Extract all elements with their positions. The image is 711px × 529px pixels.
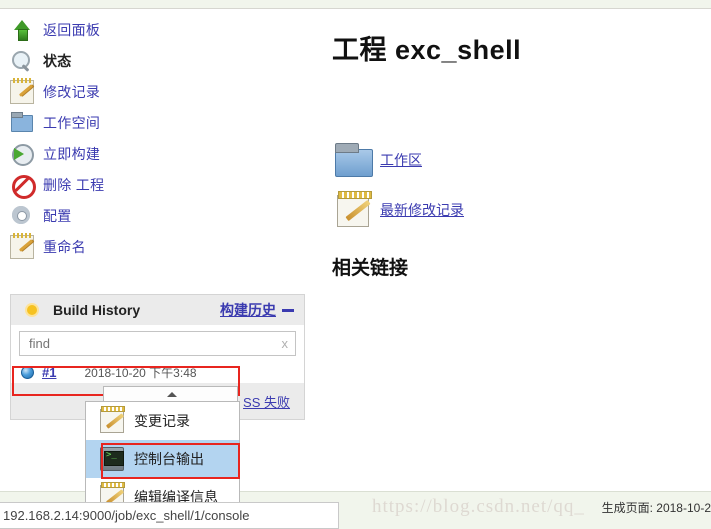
build-history-body: x #1 2018-10-20 下午3:48 bbox=[11, 325, 304, 383]
sidebar-item-configure[interactable]: 配置 bbox=[0, 200, 300, 231]
console-icon bbox=[100, 447, 124, 471]
notepad-large-icon bbox=[332, 191, 374, 229]
minus-icon[interactable] bbox=[282, 308, 294, 312]
page-title: 工程 exc_shell bbox=[332, 35, 522, 65]
build-history-title: Build History bbox=[53, 302, 141, 318]
menu-item-console-output[interactable]: 控制台输出 bbox=[86, 440, 239, 478]
search-icon bbox=[10, 49, 34, 73]
build-now-clock-icon bbox=[10, 142, 34, 166]
build-context-menu: 变更记录 控制台输出 编辑编译信息 bbox=[85, 401, 240, 517]
related-links-heading: 相关链接 bbox=[332, 258, 409, 279]
folder-large-icon bbox=[332, 141, 374, 179]
notepad-pencil-icon bbox=[10, 232, 34, 259]
menu-item-changes[interactable]: 变更记录 bbox=[86, 402, 239, 440]
sidebar-item-label: 立即构建 bbox=[43, 145, 101, 162]
table-row[interactable]: #1 2018-10-20 下午3:48 bbox=[19, 361, 296, 383]
caret-up-icon[interactable] bbox=[103, 386, 238, 401]
sidebar-item-changes[interactable]: 修改记录 bbox=[0, 76, 300, 107]
recent-changes-link-row[interactable]: 最新修改记录 bbox=[332, 191, 702, 229]
notepad-pencil-icon bbox=[10, 77, 34, 104]
sidebar-item-delete-project[interactable]: 删除 工程 bbox=[0, 169, 300, 200]
status-bar-url: 192.168.2.14:9000/job/exc_shell/1/consol… bbox=[0, 502, 339, 529]
workspace-link-label[interactable]: 工作区 bbox=[380, 150, 422, 170]
watermark-text: https://blog.csdn.net/qq_ bbox=[372, 496, 585, 517]
menu-item-label: 控制台输出 bbox=[134, 451, 204, 467]
sidebar-item-label: 工作空间 bbox=[43, 114, 101, 131]
top-green-strip bbox=[0, 0, 711, 9]
gear-icon bbox=[10, 204, 34, 228]
sidebar: 返回面板 状态 修改记录 工作空间 立即构建 删除 工程 配置 重命名 bbox=[0, 14, 300, 262]
generated-page-timestamp: 生成页面: 2018-10-2 bbox=[601, 501, 711, 515]
close-icon[interactable]: x bbox=[282, 336, 289, 351]
sidebar-item-label: 状态 bbox=[43, 52, 72, 69]
sidebar-item-back-to-dashboard[interactable]: 返回面板 bbox=[0, 14, 300, 45]
sidebar-item-workspace[interactable]: 工作空间 bbox=[0, 107, 300, 138]
folder-icon bbox=[10, 111, 34, 135]
sidebar-item-label: 配置 bbox=[43, 207, 72, 224]
workspace-link-row[interactable]: 工作区 bbox=[332, 141, 702, 179]
rss-failed-link[interactable]: SS 失败 bbox=[243, 392, 290, 411]
arrow-up-icon bbox=[10, 18, 34, 42]
notepad-pencil-icon bbox=[100, 406, 125, 433]
build-history-header: Build History 构建历史 bbox=[11, 295, 304, 325]
sidebar-item-status[interactable]: 状态 bbox=[0, 45, 300, 76]
delete-forbidden-icon bbox=[10, 173, 36, 199]
menu-item-label: 变更记录 bbox=[134, 413, 190, 429]
sidebar-item-label: 返回面板 bbox=[43, 21, 101, 38]
recent-changes-link-label[interactable]: 最新修改记录 bbox=[380, 200, 464, 220]
search-input[interactable] bbox=[27, 335, 282, 352]
build-find-box[interactable]: x bbox=[19, 331, 296, 356]
build-number-link[interactable]: #1 bbox=[42, 365, 56, 380]
sidebar-item-rename[interactable]: 重命名 bbox=[0, 231, 300, 262]
sidebar-item-label: 删除 工程 bbox=[43, 176, 105, 193]
build-date: 2018-10-20 下午3:48 bbox=[84, 365, 197, 380]
blue-ball-icon bbox=[21, 365, 34, 379]
sun-icon bbox=[25, 303, 39, 317]
build-history-title-cn[interactable]: 构建历史 bbox=[220, 300, 276, 320]
sidebar-item-label: 修改记录 bbox=[43, 83, 101, 100]
sidebar-item-build-now[interactable]: 立即构建 bbox=[0, 138, 300, 169]
sidebar-item-label: 重命名 bbox=[43, 238, 86, 255]
main-content: 工程 exc_shell 工作区 最新修改记录 相关链接 bbox=[332, 14, 702, 280]
